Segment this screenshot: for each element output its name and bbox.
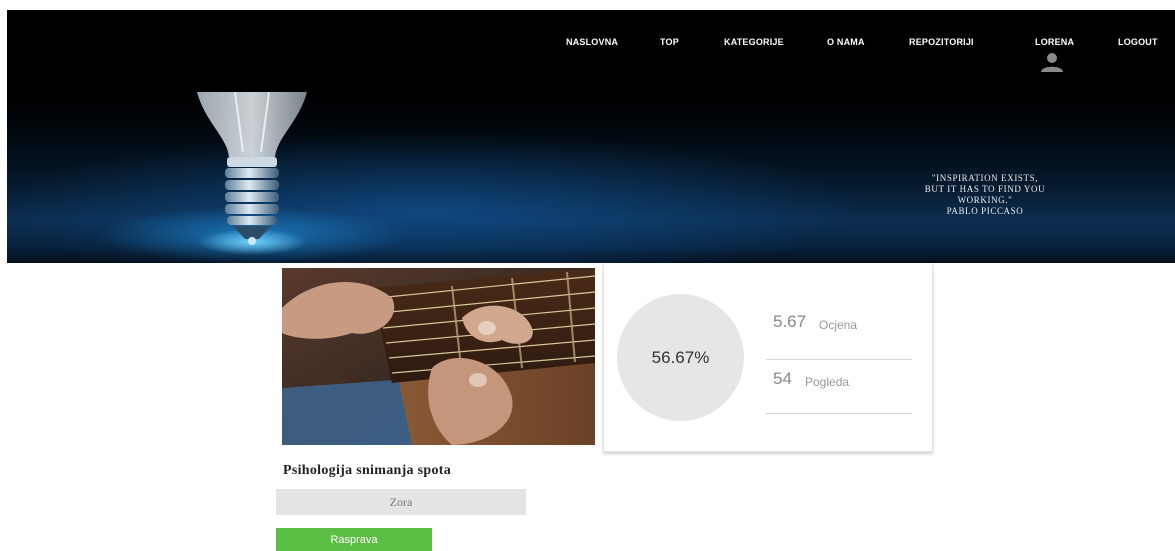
views-value: 54 <box>773 369 792 388</box>
quote-line-3: WORKING." <box>957 195 1013 205</box>
guitar-photo[interactable] <box>282 268 595 445</box>
stats-card: 56.67% 5.67 Ocjena 54 Pogleda <box>603 263 933 452</box>
user-icon[interactable] <box>1038 52 1066 72</box>
nav-item-o-nama[interactable]: O NAMA <box>827 37 865 47</box>
nav-item-kategorije[interactable]: KATEGORIJE <box>724 37 784 47</box>
views-label: Pogleda <box>805 375 850 389</box>
quote-author: PABLO PICCASO <box>946 206 1024 216</box>
nav-item-top[interactable]: TOP <box>660 37 679 47</box>
rating-percent-circle: 56.67% <box>617 294 744 421</box>
author-field: Zora <box>276 489 526 515</box>
nav-item-user[interactable]: LORENA <box>1035 37 1074 47</box>
rating-percent: 56.67% <box>651 347 710 367</box>
rating-label: Ocjena <box>819 318 858 332</box>
header-banner: NASLOVNA TOP KATEGORIJE O NAMA REPOZITOR… <box>7 10 1175 263</box>
nav-item-naslovna[interactable]: NASLOVNA <box>566 37 618 47</box>
logout-link[interactable]: LOGOUT <box>1118 37 1158 47</box>
views-row: 54 Pogleda <box>766 360 912 414</box>
light-bulb-image <box>197 92 307 255</box>
nav-item-repozitoriji[interactable]: REPOZITORIJI <box>909 37 974 47</box>
main-nav: NASLOVNA TOP KATEGORIJE O NAMA REPOZITOR… <box>7 37 1175 77</box>
quote-line-1: "INSPIRATION EXISTS, <box>931 173 1039 183</box>
quote-line-2: BUT IT HAS TO FIND YOU <box>924 184 1046 194</box>
post-title: Psihologija snimanja spota <box>283 463 452 478</box>
author-name: Zora <box>389 494 413 509</box>
rating-row: 5.67 Ocjena <box>766 305 912 360</box>
discussion-button[interactable]: Rasprava <box>276 528 432 551</box>
rating-value: 5.67 <box>773 312 807 331</box>
hero-quote: "INSPIRATION EXISTS, BUT IT HAS TO FIND … <box>895 173 1075 217</box>
